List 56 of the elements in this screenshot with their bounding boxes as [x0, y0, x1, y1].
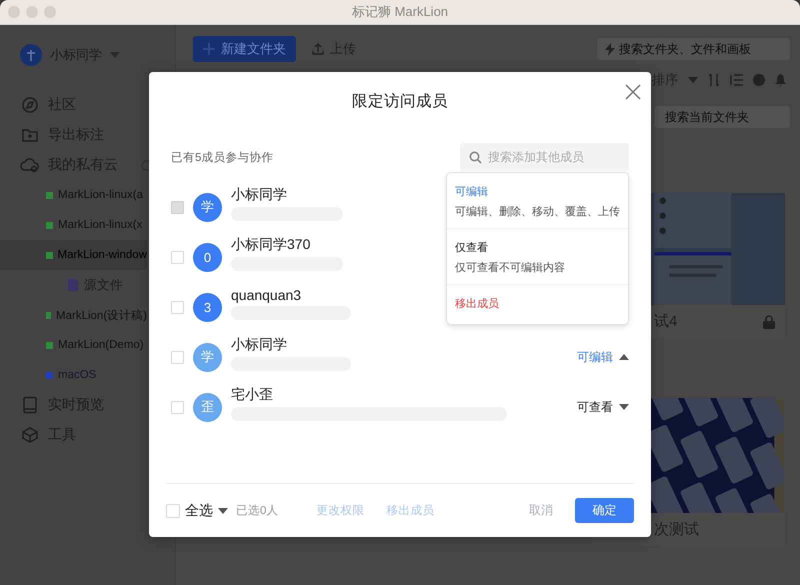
member-count: 已有5成员参与协作 [171, 150, 274, 164]
checkbox[interactable] [171, 250, 184, 264]
menu-option[interactable]: 仅查看 仅可查看不可编辑内容 [447, 229, 628, 285]
select-all-checkbox[interactable] [166, 504, 180, 518]
option-label: 移出成员 [455, 297, 499, 311]
window-title: 标记狮 MarkLion [352, 4, 448, 19]
chevron-icon [688, 77, 698, 83]
tablet-icon [21, 396, 39, 414]
confirm-button[interactable]: 确定 [575, 498, 634, 523]
lightning-icon [605, 43, 615, 56]
option-description: 仅可查看不可编辑内容 [455, 260, 565, 275]
menu-option[interactable]: 可编辑 可编辑、删除、移动、覆盖、上传 [447, 173, 628, 229]
member-name: quanquan3 [231, 287, 302, 303]
checkbox[interactable] [171, 400, 184, 414]
new-folder-button[interactable]: 新建文件夹 [193, 36, 296, 62]
cube-icon [21, 426, 39, 444]
selected-count: 已选0人 [236, 504, 278, 518]
upload-icon [312, 43, 324, 55]
avatar: 3 [193, 292, 222, 322]
compass-icon [21, 96, 39, 114]
folder-search-field[interactable]: 搜索当前文件夹 [655, 106, 790, 128]
option-label: 仅查看 [455, 241, 488, 255]
avatar: 学 [193, 192, 222, 222]
minimize-window-button[interactable] [26, 6, 38, 18]
sort-order-icon[interactable] [708, 73, 720, 87]
member-name: 小标同学 [231, 186, 288, 204]
folder-item[interactable]: MarkLion-window [0, 240, 147, 270]
select-all-label[interactable]: 全选 [185, 502, 213, 520]
avatar-icon[interactable] [20, 44, 42, 66]
plus-icon [203, 43, 215, 55]
member-name: 宅小歪 [231, 386, 274, 404]
caret-icon [619, 404, 629, 410]
permission-dropdown[interactable]: 可编辑 [577, 348, 613, 366]
member-name: 小标同学 [231, 336, 288, 354]
close-icon[interactable] [623, 82, 643, 102]
cancel-button[interactable]: 取消 [523, 502, 559, 519]
checkbox[interactable] [171, 350, 184, 364]
caret-icon [619, 354, 629, 360]
bell-icon[interactable] [775, 74, 786, 86]
member-name: 小标同学370 [231, 236, 312, 254]
close-window-button[interactable] [8, 6, 20, 18]
avatar: 0 [193, 242, 222, 272]
search-field[interactable]: 搜索文件夹、文件和画板 [597, 38, 790, 60]
dialog-title: 限定访问成员 [352, 93, 448, 110]
avatar: 学 [193, 342, 222, 372]
option-label: 可编辑 [455, 185, 488, 199]
chevron-icon [110, 52, 120, 58]
list-view-icon[interactable] [730, 74, 743, 86]
search-icon [469, 151, 482, 164]
cloud-icon [20, 156, 40, 174]
avatar: 歪 [193, 392, 222, 422]
checkbox[interactable] [171, 300, 184, 314]
caret-icon [218, 508, 228, 514]
zoom-window-button[interactable] [44, 6, 56, 18]
search-field[interactable]: 搜索添加其他成员 [460, 143, 629, 171]
document-icon [67, 278, 79, 292]
